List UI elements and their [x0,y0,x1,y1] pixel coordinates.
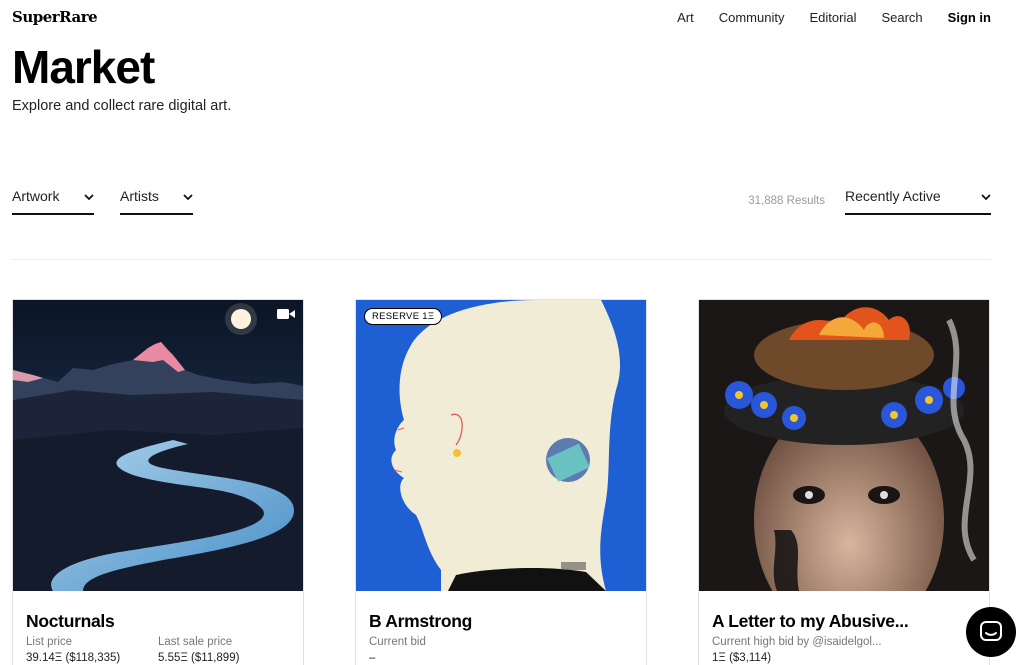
last-sale-label: Last sale price [158,636,233,648]
artwork-title[interactable]: B Armstrong [369,611,472,632]
chat-button[interactable] [966,607,1016,657]
artwork-image-a-letter[interactable] [699,300,989,591]
list-price-value: 39.14Ξ ($118,335) [26,652,121,664]
artists-filter-dropdown[interactable]: Artists [120,188,193,215]
current-bid-value: – [369,652,376,664]
nav-search-link[interactable]: Search [881,10,922,25]
nav-links: Art Community Editorial Search Sign in [652,10,991,25]
artwork-image-nocturnals[interactable] [13,300,303,591]
artists-filter-label: Artists [120,188,159,204]
artwork-filter-label: Artwork [12,188,60,204]
superrare-logo[interactable]: SuperRare [12,8,98,26]
reserve-badge: RESERVE 1Ξ [364,308,443,325]
chevron-down-icon [981,194,991,201]
nav-community-link[interactable]: Community [719,10,785,25]
artwork-card[interactable]: RESERVE 1Ξ B Armstrong Current bid – [355,299,647,665]
section-divider [12,259,991,260]
artwork-card[interactable]: Nocturnals List price 39.14Ξ ($118,335) … [12,299,304,665]
artwork-card[interactable]: A Letter to my Abusive... Current high b… [698,299,990,665]
page-subtitle: Explore and collect rare digital art. [12,98,232,114]
artwork-filter-dropdown[interactable]: Artwork [12,188,94,215]
current-bid-label: Current bid [369,636,426,648]
artwork-title[interactable]: Nocturnals [26,611,115,632]
nav-editorial-link[interactable]: Editorial [809,10,856,25]
sort-dropdown[interactable]: Recently Active [845,188,991,215]
nav-art-link[interactable]: Art [677,10,694,25]
results-count: 31,888 Results [748,195,825,207]
artwork-title[interactable]: A Letter to my Abusive... [712,611,909,632]
current-high-bid-label: Current high bid by @isaidelgol... [712,636,882,648]
chevron-down-icon [183,194,193,201]
chevron-down-icon [84,194,94,201]
page-title: Market [12,41,155,93]
chat-bubble-icon [980,621,1002,641]
sign-in-link[interactable]: Sign in [948,10,991,25]
top-navigation: SuperRare Art Community Editorial Search… [0,0,1024,36]
current-high-bid-value: 1Ξ ($3,114) [712,652,772,664]
artwork-image-b-armstrong[interactable]: RESERVE 1Ξ [356,300,646,591]
list-price-label: List price [26,636,73,648]
last-sale-value: 5.55Ξ ($11,899) [158,652,240,664]
sort-label: Recently Active [845,188,941,204]
video-camera-icon [277,309,295,319]
